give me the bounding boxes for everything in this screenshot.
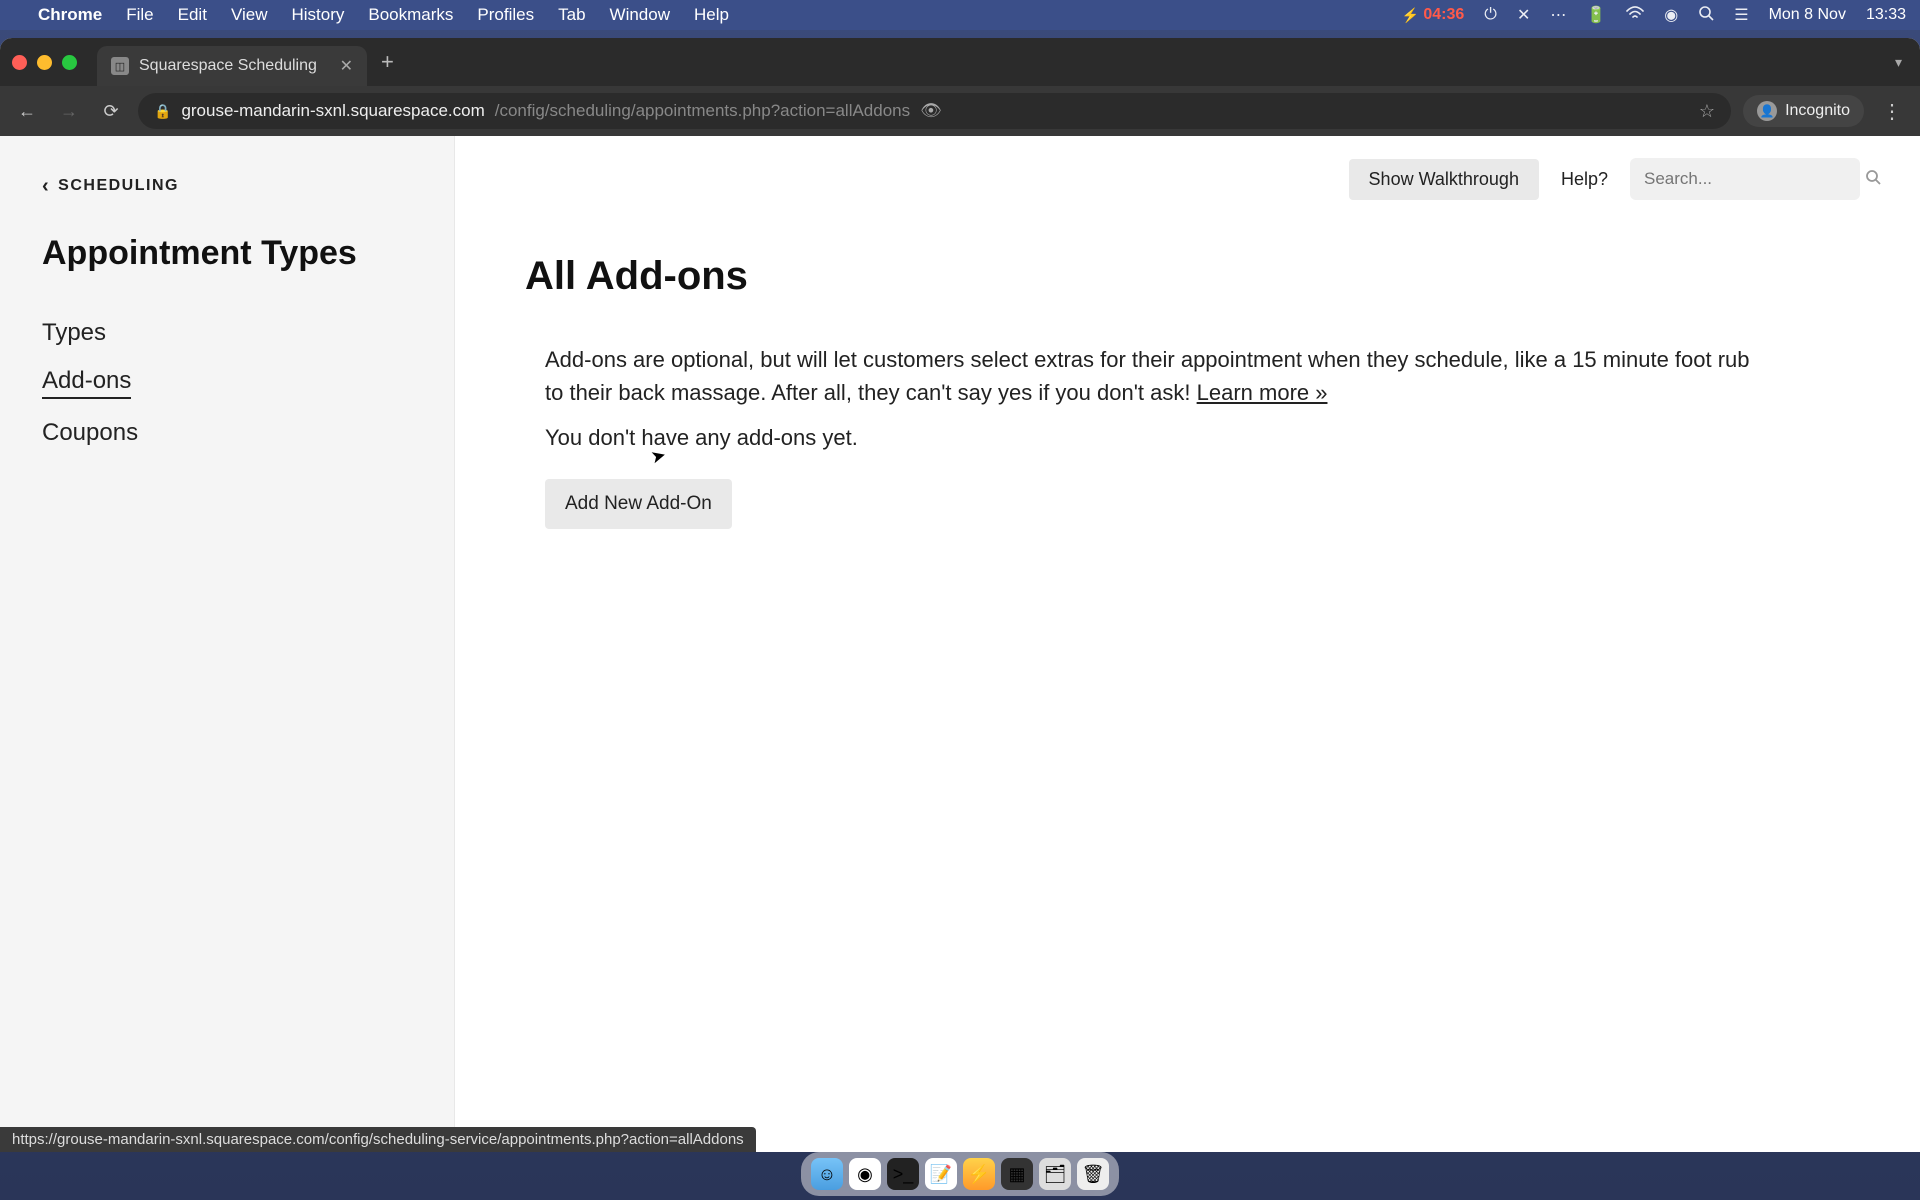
menu-history[interactable]: History bbox=[291, 5, 344, 25]
back-to-scheduling[interactable]: ‹ SCHEDULING bbox=[42, 176, 412, 196]
dock-finder-icon[interactable]: ☺ bbox=[811, 1158, 843, 1190]
page-title: All Add-ons bbox=[525, 254, 1860, 299]
menu-file[interactable]: File bbox=[126, 5, 153, 25]
wifi-icon[interactable] bbox=[1626, 6, 1644, 25]
cookies-blocked-icon[interactable]: 👁 bbox=[920, 101, 942, 121]
url-host: grouse-mandarin-sxnl.squarespace.com bbox=[181, 101, 484, 121]
menu-view[interactable]: View bbox=[231, 5, 268, 25]
dock-trash-icon[interactable]: 🗑 bbox=[1077, 1158, 1109, 1190]
empty-state-message: You don't have any add-ons yet. bbox=[545, 425, 1765, 451]
menu-profiles[interactable]: Profiles bbox=[477, 5, 534, 25]
tabs-overflow-icon[interactable]: ▾ bbox=[1895, 54, 1902, 71]
user-icon[interactable]: ◉ bbox=[1664, 5, 1678, 25]
learn-more-link[interactable]: Learn more » bbox=[1197, 380, 1328, 405]
forward-button[interactable]: → bbox=[54, 96, 84, 126]
close-tab-icon[interactable]: ✕ bbox=[340, 56, 353, 76]
tab-title: Squarespace Scheduling bbox=[139, 57, 317, 75]
menubar-date[interactable]: Mon 8 Nov bbox=[1769, 6, 1846, 24]
app-content: ‹ SCHEDULING Appointment Types Types Add… bbox=[0, 136, 1920, 1152]
browser-toolbar: ← → ⟳ 🔒 grouse-mandarin-sxnl.squarespace… bbox=[0, 86, 1920, 136]
incognito-label: Incognito bbox=[1785, 102, 1850, 120]
description-text: Add-ons are optional, but will let custo… bbox=[545, 347, 1750, 405]
menu-window[interactable]: Window bbox=[610, 5, 670, 25]
top-actions: Show Walkthrough Help? bbox=[1349, 158, 1860, 200]
sidebar-heading: Appointment Types bbox=[42, 234, 412, 273]
search-field[interactable] bbox=[1630, 158, 1860, 200]
menu-tab[interactable]: Tab bbox=[558, 5, 585, 25]
search-icon[interactable] bbox=[1865, 169, 1881, 190]
control-center-icon[interactable]: ☰ bbox=[1734, 5, 1748, 25]
search-input[interactable] bbox=[1644, 169, 1865, 189]
dock-notes-icon[interactable]: 📝 bbox=[925, 1158, 957, 1190]
status-icon[interactable]: ✕ bbox=[1517, 5, 1530, 25]
lock-icon: 🔒 bbox=[154, 103, 171, 120]
sidebar-item-types[interactable]: Types bbox=[42, 319, 412, 347]
browser-tab[interactable]: ◫ Squarespace Scheduling ✕ bbox=[97, 46, 367, 86]
back-button[interactable]: ← bbox=[12, 96, 42, 126]
help-link[interactable]: Help? bbox=[1561, 169, 1608, 190]
maximize-window-button[interactable] bbox=[62, 55, 77, 70]
dock-app-icon[interactable]: ▦ bbox=[1001, 1158, 1033, 1190]
dock-terminal-icon[interactable]: >_ bbox=[887, 1158, 919, 1190]
back-label: SCHEDULING bbox=[58, 177, 179, 195]
sidebar-item-coupons[interactable]: Coupons bbox=[42, 419, 412, 447]
menubar-time[interactable]: 13:33 bbox=[1866, 6, 1906, 24]
sidebar: ‹ SCHEDULING Appointment Types Types Add… bbox=[0, 136, 455, 1152]
window-controls bbox=[12, 55, 77, 70]
address-bar[interactable]: 🔒 grouse-mandarin-sxnl.squarespace.com/c… bbox=[138, 93, 1731, 129]
chevron-left-icon: ‹ bbox=[42, 176, 50, 196]
add-new-addon-button[interactable]: Add New Add-On bbox=[545, 479, 732, 529]
macos-dock: ☺ ◉ >_ 📝 ⚡ ▦ 🗂 🗑 bbox=[801, 1152, 1119, 1196]
browser-status-bar: https://grouse-mandarin-sxnl.squarespace… bbox=[0, 1127, 756, 1152]
menu-help[interactable]: Help bbox=[694, 5, 729, 25]
new-tab-button[interactable]: + bbox=[381, 49, 394, 75]
menu-edit[interactable]: Edit bbox=[178, 5, 207, 25]
content-body: Add-ons are optional, but will let custo… bbox=[545, 343, 1765, 529]
battery-time-indicator[interactable]: 04:36 bbox=[1402, 6, 1464, 24]
battery-icon[interactable]: 🔋 bbox=[1586, 5, 1606, 25]
browser-tabbar: ◫ Squarespace Scheduling ✕ + ▾ bbox=[0, 38, 1920, 86]
browser-window: ◫ Squarespace Scheduling ✕ + ▾ ← → ⟳ 🔒 g… bbox=[0, 38, 1920, 1152]
incognito-icon: 👤 bbox=[1757, 101, 1777, 121]
url-path: /config/scheduling/appointments.php?acti… bbox=[495, 101, 910, 121]
sidebar-item-addons[interactable]: Add-ons bbox=[42, 367, 131, 399]
sidebar-nav: Types Add-ons Coupons bbox=[42, 319, 412, 447]
dock-app-icon[interactable]: ⚡ bbox=[963, 1158, 995, 1190]
reload-button[interactable]: ⟳ bbox=[96, 96, 126, 126]
menu-bookmarks[interactable]: Bookmarks bbox=[368, 5, 453, 25]
addons-description: Add-ons are optional, but will let custo… bbox=[545, 343, 1765, 409]
status-icon[interactable]: ⏻ bbox=[1484, 6, 1497, 24]
macos-menubar: Chrome File Edit View History Bookmarks … bbox=[0, 0, 1920, 30]
incognito-badge[interactable]: 👤 Incognito bbox=[1743, 95, 1864, 127]
spotlight-icon[interactable] bbox=[1698, 5, 1714, 26]
bookmark-star-icon[interactable]: ☆ bbox=[1699, 101, 1715, 122]
dock-app-icon[interactable]: 🗂 bbox=[1039, 1158, 1071, 1190]
show-walkthrough-button[interactable]: Show Walkthrough bbox=[1349, 159, 1539, 200]
dock-chrome-icon[interactable]: ◉ bbox=[849, 1158, 881, 1190]
minimize-window-button[interactable] bbox=[37, 55, 52, 70]
main-content: Show Walkthrough Help? All Add-ons Add-o… bbox=[455, 136, 1920, 1152]
chrome-menu-icon[interactable]: ⋮ bbox=[1876, 99, 1908, 124]
close-window-button[interactable] bbox=[12, 55, 27, 70]
app-menu[interactable]: Chrome bbox=[38, 5, 102, 25]
tab-favicon: ◫ bbox=[111, 57, 129, 75]
status-icon[interactable]: ⋯ bbox=[1550, 5, 1566, 25]
